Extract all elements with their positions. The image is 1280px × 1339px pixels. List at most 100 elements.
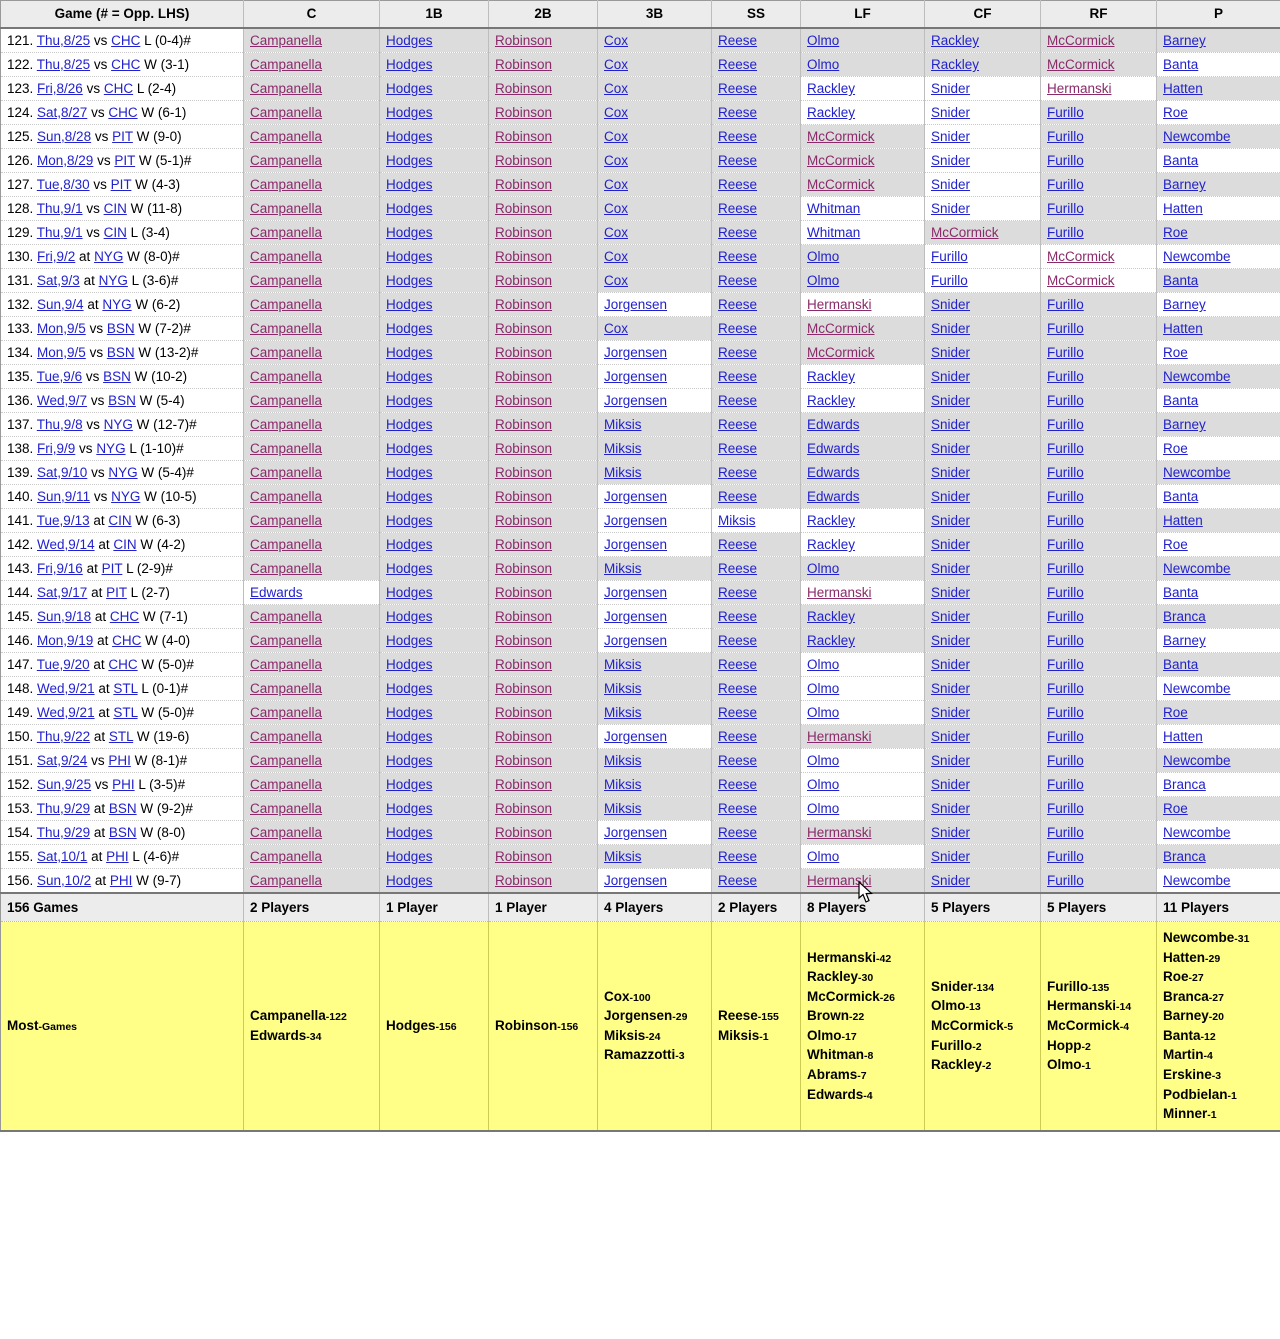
pitcher-player-link[interactable]: Newcombe <box>1163 873 1231 888</box>
left-field-player-link[interactable]: Olmo <box>807 681 839 696</box>
first-base-player-link[interactable]: Hodges <box>386 441 433 456</box>
third-base-player-link[interactable]: Jorgensen <box>604 393 667 408</box>
catcher-player-link[interactable]: Campanella <box>250 417 322 432</box>
first-base-player-link[interactable]: Hodges <box>386 393 433 408</box>
opponent-link[interactable]: BSN <box>109 825 137 840</box>
shortstop-player-link[interactable]: Reese <box>718 537 757 552</box>
game-date-link[interactable]: Sun,9/18 <box>37 609 91 624</box>
first-base-player-link[interactable]: Hodges <box>386 537 433 552</box>
shortstop-player-link[interactable]: Reese <box>718 417 757 432</box>
catcher-player-link[interactable]: Edwards <box>250 585 303 600</box>
right-field-player-link[interactable]: Hermanski <box>1047 81 1112 96</box>
pitcher-player-link[interactable]: Newcombe <box>1163 753 1231 768</box>
first-base-player-link[interactable]: Hodges <box>386 81 433 96</box>
first-base-player-link[interactable]: Hodges <box>386 345 433 360</box>
second-base-player-link[interactable]: Robinson <box>495 441 552 456</box>
center-field-player-link[interactable]: Snider <box>931 513 970 528</box>
game-date-link[interactable]: Wed,9/21 <box>37 705 95 720</box>
right-field-player-link[interactable]: Furillo <box>1047 465 1084 480</box>
first-base-player-link[interactable]: Hodges <box>386 801 433 816</box>
third-base-player-link[interactable]: Miksis <box>604 681 642 696</box>
right-field-player-link[interactable]: Furillo <box>1047 537 1084 552</box>
third-base-player-link[interactable]: Jorgensen <box>604 873 667 888</box>
third-base-player-link[interactable]: Miksis <box>604 657 642 672</box>
first-base-player-link[interactable]: Hodges <box>386 825 433 840</box>
first-base-player-link[interactable]: Hodges <box>386 105 433 120</box>
third-base-player-link[interactable]: Cox <box>604 153 628 168</box>
second-base-player-link[interactable]: Robinson <box>495 225 552 240</box>
opponent-link[interactable]: NYG <box>104 417 133 432</box>
first-base-player-link[interactable]: Hodges <box>386 129 433 144</box>
shortstop-player-link[interactable]: Reese <box>718 201 757 216</box>
pitcher-player-link[interactable]: Banta <box>1163 153 1198 168</box>
first-base-player-link[interactable]: Hodges <box>386 753 433 768</box>
pitcher-player-link[interactable]: Banta <box>1163 489 1198 504</box>
opponent-link[interactable]: NYG <box>94 249 123 264</box>
first-base-player-link[interactable]: Hodges <box>386 33 433 48</box>
left-field-player-link[interactable]: Olmo <box>807 33 839 48</box>
opponent-link[interactable]: PHI <box>106 849 129 864</box>
right-field-player-link[interactable]: Furillo <box>1047 585 1084 600</box>
second-base-player-link[interactable]: Robinson <box>495 705 552 720</box>
pitcher-player-link[interactable]: Roe <box>1163 537 1188 552</box>
left-field-player-link[interactable]: Rackley <box>807 513 855 528</box>
right-field-player-link[interactable]: Furillo <box>1047 297 1084 312</box>
center-field-player-link[interactable]: Snider <box>931 585 970 600</box>
center-field-player-link[interactable]: Snider <box>931 537 970 552</box>
game-date-link[interactable]: Sat,10/1 <box>37 849 87 864</box>
pitcher-player-link[interactable]: Hatten <box>1163 729 1203 744</box>
opponent-link[interactable]: PHI <box>110 873 133 888</box>
opponent-link[interactable]: NYG <box>108 465 137 480</box>
third-base-player-link[interactable]: Cox <box>604 201 628 216</box>
second-base-player-link[interactable]: Robinson <box>495 657 552 672</box>
catcher-player-link[interactable]: Campanella <box>250 849 322 864</box>
center-field-player-link[interactable]: Furillo <box>931 249 968 264</box>
opponent-link[interactable]: PIT <box>112 129 133 144</box>
opponent-link[interactable]: CHC <box>111 57 140 72</box>
catcher-player-link[interactable]: Campanella <box>250 129 322 144</box>
left-field-player-link[interactable]: McCormick <box>807 321 875 336</box>
left-field-player-link[interactable]: Edwards <box>807 441 860 456</box>
right-field-player-link[interactable]: Furillo <box>1047 657 1084 672</box>
third-base-player-link[interactable]: Jorgensen <box>604 729 667 744</box>
right-field-player-link[interactable]: Furillo <box>1047 777 1084 792</box>
right-field-player-link[interactable]: McCormick <box>1047 273 1115 288</box>
third-base-player-link[interactable]: Cox <box>604 225 628 240</box>
catcher-player-link[interactable]: Campanella <box>250 321 322 336</box>
catcher-player-link[interactable]: Campanella <box>250 561 322 576</box>
right-field-player-link[interactable]: Furillo <box>1047 513 1084 528</box>
center-field-player-link[interactable]: Snider <box>931 801 970 816</box>
shortstop-player-link[interactable]: Reese <box>718 753 757 768</box>
left-field-player-link[interactable]: Olmo <box>807 273 839 288</box>
third-base-player-link[interactable]: Jorgensen <box>604 297 667 312</box>
second-base-player-link[interactable]: Robinson <box>495 33 552 48</box>
left-field-player-link[interactable]: Olmo <box>807 849 839 864</box>
pitcher-player-link[interactable]: Barney <box>1163 417 1206 432</box>
first-base-player-link[interactable]: Hodges <box>386 849 433 864</box>
game-date-link[interactable]: Tue,8/30 <box>37 177 90 192</box>
center-field-player-link[interactable]: Snider <box>931 633 970 648</box>
right-field-player-link[interactable]: Furillo <box>1047 393 1084 408</box>
second-base-player-link[interactable]: Robinson <box>495 321 552 336</box>
game-date-link[interactable]: Mon,9/5 <box>37 345 86 360</box>
opponent-link[interactable]: BSN <box>103 369 131 384</box>
game-date-link[interactable]: Sat,8/27 <box>37 105 87 120</box>
center-field-player-link[interactable]: Snider <box>931 417 970 432</box>
opponent-link[interactable]: STL <box>109 729 133 744</box>
left-field-player-link[interactable]: Whitman <box>807 225 860 240</box>
catcher-player-link[interactable]: Campanella <box>250 177 322 192</box>
left-field-player-link[interactable]: Hermanski <box>807 585 872 600</box>
catcher-player-link[interactable]: Campanella <box>250 873 322 888</box>
shortstop-player-link[interactable]: Reese <box>718 873 757 888</box>
second-base-player-link[interactable]: Robinson <box>495 273 552 288</box>
catcher-player-link[interactable]: Campanella <box>250 249 322 264</box>
catcher-player-link[interactable]: Campanella <box>250 489 322 504</box>
opponent-link[interactable]: PIT <box>106 585 127 600</box>
pitcher-player-link[interactable]: Roe <box>1163 105 1188 120</box>
pitcher-player-link[interactable]: Barney <box>1163 633 1206 648</box>
center-field-player-link[interactable]: Snider <box>931 465 970 480</box>
second-base-player-link[interactable]: Robinson <box>495 201 552 216</box>
center-field-player-link[interactable]: Snider <box>931 393 970 408</box>
left-field-player-link[interactable]: Edwards <box>807 417 860 432</box>
opponent-link[interactable]: CHC <box>108 105 137 120</box>
